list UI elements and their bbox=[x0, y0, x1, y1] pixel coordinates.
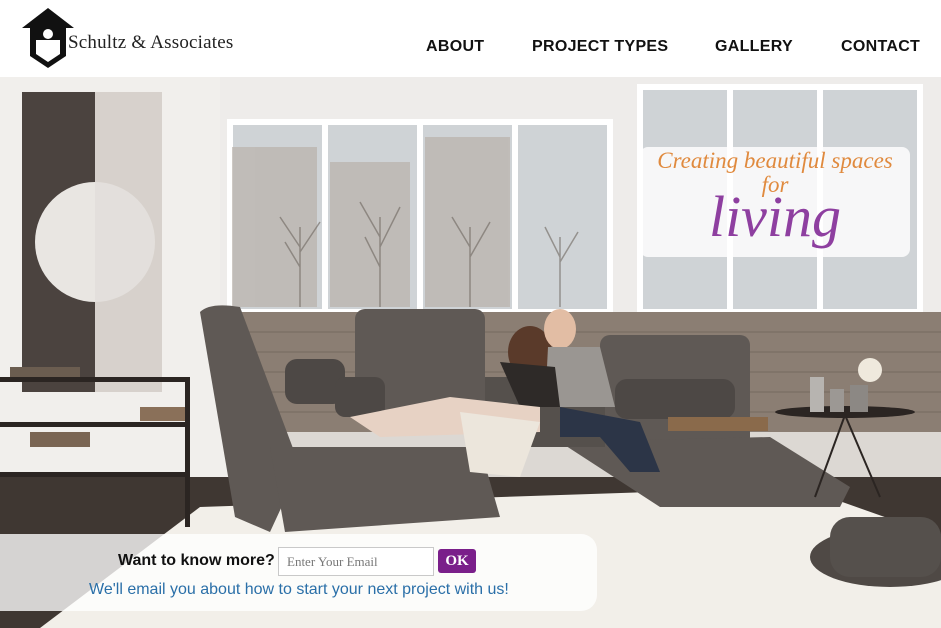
tagline-accent: living bbox=[708, 184, 842, 249]
hero-tagline: Creating beautiful spaces for living bbox=[640, 147, 910, 257]
site-header: Schultz & Associates ABOUT PROJECT TYPES… bbox=[0, 0, 941, 77]
signup-label: Want to know more? bbox=[118, 552, 275, 569]
nav-contact[interactable]: CONTACT bbox=[841, 38, 920, 56]
signup-subtext: We'll email you about how to start your … bbox=[89, 581, 509, 598]
nav-about[interactable]: ABOUT bbox=[426, 38, 484, 56]
brand-name: Schultz & Associates bbox=[68, 32, 234, 53]
nav-project-types[interactable]: PROJECT TYPES bbox=[532, 38, 668, 56]
house-logo-icon bbox=[22, 8, 74, 68]
tagline-line-1: Creating beautiful spaces bbox=[657, 148, 893, 173]
hero-banner: Creating beautiful spaces for living Wan… bbox=[0, 77, 941, 628]
email-signup-panel: Want to know more? OK We'll email you ab… bbox=[0, 534, 597, 611]
email-input[interactable] bbox=[278, 547, 434, 576]
submit-button[interactable]: OK bbox=[438, 549, 476, 573]
nav-gallery[interactable]: GALLERY bbox=[715, 38, 793, 56]
brand-logo[interactable]: Schultz & Associates bbox=[22, 8, 252, 68]
